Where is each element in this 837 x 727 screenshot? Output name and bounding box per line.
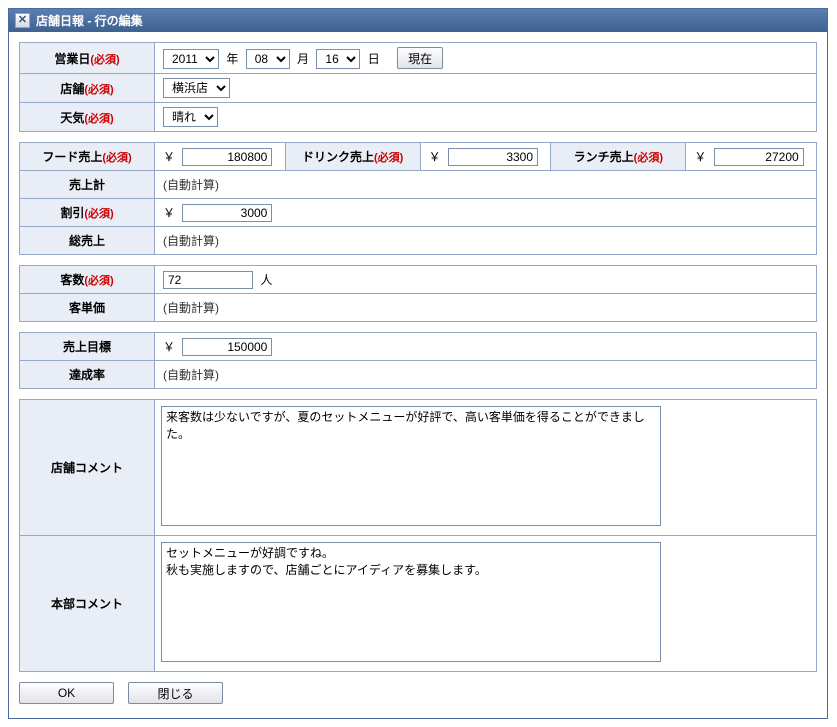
- label-avg-spend: 客単価: [20, 294, 155, 322]
- label-store-comment: 店舗コメント: [20, 400, 155, 536]
- cell-weather: 晴れ: [155, 103, 817, 132]
- cell-store: 横浜店: [155, 74, 817, 103]
- label-store: 店舗(必須): [20, 74, 155, 103]
- cell-lunch-sales: ￥: [686, 143, 817, 171]
- label-sales-total: 売上計: [20, 171, 155, 199]
- label-food-sales: フード売上(必須): [20, 143, 155, 171]
- ok-button[interactable]: OK: [19, 682, 114, 704]
- label-customers: 客数(必須): [20, 266, 155, 294]
- hq-comment-input[interactable]: [161, 542, 661, 662]
- cell-avg-spend: (自動計算): [155, 294, 817, 322]
- label-drink-sales: ドリンク売上(必須): [285, 143, 420, 171]
- dialog-window: ✕ 店舗日報 - 行の編集 営業日(必須) 2011 年 08 月 16 日 現…: [8, 8, 828, 719]
- cell-discount: ￥: [155, 199, 817, 227]
- cell-gross-sales: (自動計算): [155, 227, 817, 255]
- cell-food-sales: ￥: [155, 143, 286, 171]
- close-icon[interactable]: ✕: [15, 13, 30, 28]
- month-unit: 月: [297, 52, 309, 66]
- cell-store-comment: [155, 400, 817, 536]
- label-achievement: 達成率: [20, 361, 155, 389]
- label-hq-comment: 本部コメント: [20, 536, 155, 672]
- year-unit: 年: [226, 52, 238, 66]
- label-lunch-sales: ランチ売上(必須): [551, 143, 686, 171]
- day-unit: 日: [368, 52, 380, 66]
- month-select[interactable]: 08: [246, 49, 290, 69]
- cell-sales-target: ￥: [155, 333, 817, 361]
- weather-select[interactable]: 晴れ: [163, 107, 218, 127]
- group-comments: 店舗コメント 本部コメント: [19, 399, 817, 672]
- group-basic: 営業日(必須) 2011 年 08 月 16 日 現在 店舗(必須) 横浜店: [19, 42, 817, 132]
- lunch-sales-input[interactable]: [714, 148, 804, 166]
- titlebar: ✕ 店舗日報 - 行の編集: [9, 9, 827, 32]
- store-comment-input[interactable]: [161, 406, 661, 526]
- store-select[interactable]: 横浜店: [163, 78, 230, 98]
- dialog-content: 営業日(必須) 2011 年 08 月 16 日 現在 店舗(必須) 横浜店: [9, 32, 827, 718]
- label-weather: 天気(必須): [20, 103, 155, 132]
- food-sales-input[interactable]: [182, 148, 272, 166]
- cell-hq-comment: [155, 536, 817, 672]
- cell-business-day: 2011 年 08 月 16 日 現在: [155, 43, 817, 74]
- cell-achievement: (自動計算): [155, 361, 817, 389]
- customers-input[interactable]: [163, 271, 253, 289]
- label-discount: 割引(必須): [20, 199, 155, 227]
- label-business-day: 営業日(必須): [20, 43, 155, 74]
- cell-drink-sales: ￥: [420, 143, 551, 171]
- cell-customers: 人: [155, 266, 817, 294]
- day-select[interactable]: 16: [316, 49, 360, 69]
- footer-buttons: OK 閉じる: [19, 682, 817, 704]
- group-customers: 客数(必須) 人 客単価 (自動計算): [19, 265, 817, 322]
- drink-sales-input[interactable]: [448, 148, 538, 166]
- group-sales: フード売上(必須) ￥ ドリンク売上(必須) ￥ ランチ売上(必須) ￥: [19, 142, 817, 255]
- label-sales-target: 売上目標: [20, 333, 155, 361]
- cell-sales-total: (自動計算): [155, 171, 817, 199]
- year-select[interactable]: 2011: [163, 49, 219, 69]
- label-gross-sales: 総売上: [20, 227, 155, 255]
- discount-input[interactable]: [182, 204, 272, 222]
- close-button[interactable]: 閉じる: [128, 682, 223, 704]
- now-button[interactable]: 現在: [397, 47, 443, 69]
- sales-target-input[interactable]: [182, 338, 272, 356]
- window-title: 店舗日報 - 行の編集: [36, 12, 143, 29]
- group-target: 売上目標 ￥ 達成率 (自動計算): [19, 332, 817, 389]
